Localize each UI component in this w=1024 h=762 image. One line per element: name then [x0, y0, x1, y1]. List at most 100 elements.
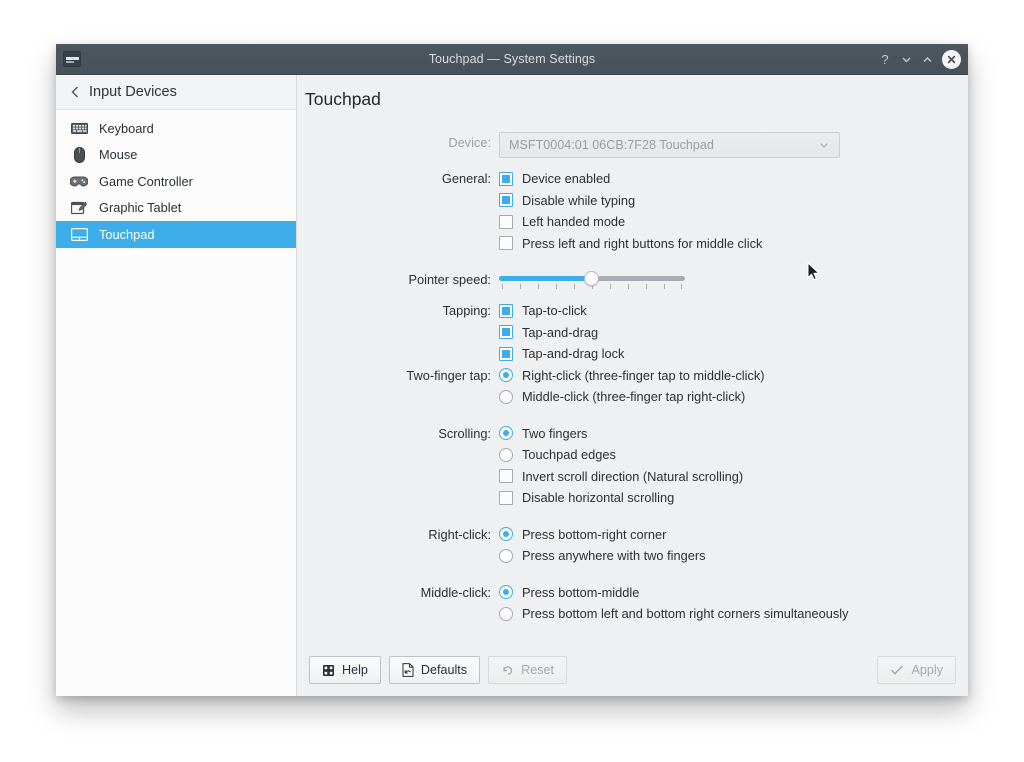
sidebar-item-label: Touchpad: [99, 226, 155, 242]
sidebar-item-graphic-tablet[interactable]: Graphic Tablet: [56, 195, 296, 222]
radio-label: Middle-click (three-finger tap right-cli…: [522, 389, 746, 405]
checkbox-left-handed-mode[interactable]: Left handed mode: [499, 211, 968, 233]
checkbox-label: Disable horizontal scrolling: [522, 490, 675, 506]
pointer-speed-row: Pointer speed:: [297, 269, 968, 290]
checkbox-device-enabled[interactable]: Device enabled: [499, 168, 968, 190]
checkbox-box: [499, 303, 513, 318]
checkbox-label: Tap-and-drag: [522, 324, 599, 340]
scrolling-options: Two fingers Touchpad edges Invert scroll…: [499, 423, 968, 509]
sidebar-header-label: Input Devices: [89, 84, 177, 100]
close-button[interactable]: [942, 49, 961, 69]
pointer-speed-slider[interactable]: [499, 269, 685, 290]
tapping-options: Tap-to-click Tap-and-drag Tap-and-drag l…: [499, 300, 968, 365]
checkbox-box: [499, 490, 513, 505]
radio-scroll-touchpad-edges[interactable]: Touchpad edges: [499, 444, 968, 466]
radio-right-click-bottom-right-corner[interactable]: Press bottom-right corner: [499, 524, 968, 546]
sidebar-item-label: Keyboard: [99, 120, 154, 136]
slider-handle[interactable]: [584, 271, 599, 286]
checkbox-tap-and-drag[interactable]: Tap-and-drag: [499, 322, 968, 344]
apply-button-label: Apply: [911, 663, 943, 677]
defaults-button-label: Defaults: [420, 663, 468, 677]
window-titlebar[interactable]: Touchpad — System Settings ?: [56, 44, 968, 75]
radio-scroll-two-fingers[interactable]: Two fingers: [499, 423, 968, 445]
touchpad-settings-form: Device: MSFT0004:01 06CB:7F28 Touchpad G…: [297, 110, 968, 644]
radio-middle-click-bottom-middle[interactable]: Press bottom-middle: [499, 582, 968, 604]
radio-two-finger-middle-click[interactable]: Middle-click (three-finger tap right-cli…: [499, 386, 968, 408]
two-finger-tap-options: Right-click (three-finger tap to middle-…: [499, 365, 968, 408]
sidebar-item-mouse[interactable]: Mouse: [56, 142, 296, 169]
back-chevron-icon[interactable]: [70, 85, 80, 99]
checkbox-disable-horizontal-scrolling[interactable]: Disable horizontal scrolling: [499, 487, 968, 509]
checkbox-invert-scroll-direction[interactable]: Invert scroll direction (Natural scrolli…: [499, 466, 968, 488]
checkbox-middle-click-emulation[interactable]: Press left and right buttons for middle …: [499, 233, 968, 255]
radio-button: [499, 606, 513, 621]
help-icon: [322, 664, 335, 677]
right-click-options: Press bottom-right corner Press anywhere…: [499, 524, 968, 567]
sidebar-item-touchpad[interactable]: Touchpad: [56, 221, 296, 248]
checkbox-tap-to-click[interactable]: Tap-to-click: [499, 300, 968, 322]
apply-button: Apply: [877, 656, 956, 684]
radio-label: Right-click (three-finger tap to middle-…: [522, 367, 765, 383]
checkbox-box: [499, 214, 513, 229]
middle-click-options: Press bottom-middle Press bottom left an…: [499, 582, 968, 625]
footer-button-bar: Help Defaults Reset Apply: [297, 644, 968, 696]
chevron-down-icon: [902, 57, 910, 62]
window-controls: ?: [875, 49, 968, 69]
chevron-up-icon: [923, 56, 931, 62]
window-body: Input Devices Keyboard Mouse Game Contro…: [56, 75, 968, 696]
shade-button[interactable]: [896, 49, 916, 69]
radio-right-click-two-fingers[interactable]: Press anywhere with two fingers: [499, 545, 968, 567]
help-titlebar-button[interactable]: ?: [875, 49, 895, 69]
document-revert-icon: [402, 663, 414, 677]
checkbox-label: Disable while typing: [522, 192, 636, 208]
sidebar-item-label: Game Controller: [99, 173, 193, 189]
gamepad-icon: [70, 173, 88, 189]
radio-label: Touchpad edges: [522, 447, 616, 463]
maximize-button[interactable]: [917, 49, 937, 69]
checkbox-box: [499, 236, 513, 251]
checkmark-icon: [890, 664, 904, 676]
undo-arrow-icon: [501, 664, 514, 677]
checkbox-label: Tap-to-click: [522, 303, 587, 319]
defaults-button[interactable]: Defaults: [388, 656, 481, 684]
radio-label: Press bottom left and bottom right corne…: [522, 606, 849, 622]
scrolling-label: Scrolling:: [438, 425, 491, 441]
help-button[interactable]: Help: [309, 656, 381, 684]
device-combobox[interactable]: MSFT0004:01 06CB:7F28 Touchpad: [499, 132, 840, 158]
touchpad-icon: [70, 226, 88, 242]
sidebar-item-label: Graphic Tablet: [99, 200, 182, 216]
radio-button: [499, 426, 513, 441]
sidebar-header[interactable]: Input Devices: [56, 75, 296, 110]
general-row: General: Device enabled Disable while ty…: [297, 168, 968, 254]
checkbox-box: [499, 469, 513, 484]
chevron-down-icon: [818, 139, 830, 151]
tapping-label: Tapping:: [442, 303, 491, 318]
checkbox-label: Left handed mode: [522, 214, 626, 230]
radio-label: Two fingers: [522, 425, 588, 441]
graphic-tablet-icon: [70, 200, 88, 216]
checkbox-label: Tap-and-drag lock: [522, 346, 625, 362]
sidebar-item-keyboard[interactable]: Keyboard: [56, 115, 296, 142]
tapping-row: Tapping: Tap-to-click Tap-and-drag Tap-a…: [297, 300, 968, 365]
two-finger-tap-label: Two-finger tap:: [406, 367, 491, 383]
sidebar-item-game-controller[interactable]: Game Controller: [56, 168, 296, 195]
checkbox-box: [499, 171, 513, 186]
checkbox-box: [499, 193, 513, 208]
device-label: Device:: [448, 135, 491, 150]
keyboard-icon: [70, 120, 88, 136]
radio-button: [499, 368, 513, 383]
slider-fill: [499, 276, 591, 281]
radio-label: Press anywhere with two fingers: [522, 548, 706, 564]
checkbox-tap-and-drag-lock[interactable]: Tap-and-drag lock: [499, 343, 968, 365]
right-click-row: Right-click: Press bottom-right corner P…: [297, 524, 968, 567]
radio-button: [499, 447, 513, 462]
sidebar-item-list: Keyboard Mouse Game Controller Graphic T…: [56, 110, 296, 248]
checkbox-disable-while-typing[interactable]: Disable while typing: [499, 190, 968, 212]
radio-middle-click-both-corners[interactable]: Press bottom left and bottom right corne…: [499, 603, 968, 625]
radio-two-finger-right-click[interactable]: Right-click (three-finger tap to middle-…: [499, 365, 968, 387]
sidebar-item-label: Mouse: [99, 147, 138, 163]
reset-button-label: Reset: [521, 663, 555, 677]
